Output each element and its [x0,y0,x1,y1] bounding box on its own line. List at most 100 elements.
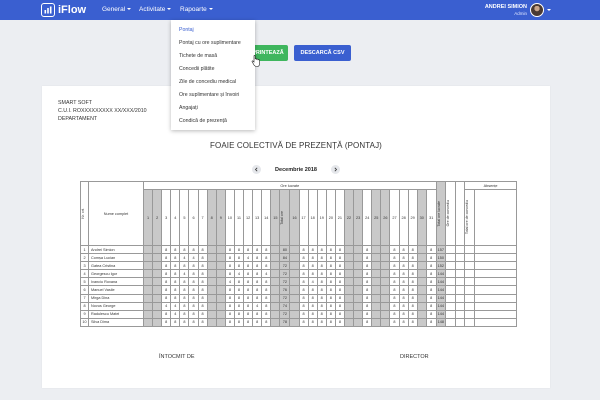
empty-cell [454,253,466,263]
user-name[interactable]: ANDREI SIMION [485,4,527,10]
hours-cell: 8 [161,285,172,295]
hours-cell [343,277,355,287]
total-hours-cell: 150 [435,253,447,263]
caret-down-icon [127,8,132,11]
next-month-button[interactable] [330,165,340,174]
nav-general[interactable]: General [102,6,132,14]
hours-cell: 8 [425,269,437,279]
table-row: 2 Comșa Lucian 8 8 4 4 8 8 8 4 8 8 84 8 8 8 8 8 8 8 8 8 8 150 [80,253,518,263]
hours-cell [270,277,281,287]
hours-cell [416,293,427,303]
hours-cell [353,301,364,311]
hours-cell: 8 [233,261,245,271]
hours-cell: 8 [316,309,327,319]
hours-cell: 8 [362,301,373,311]
menu-item-concediu-medical[interactable]: Zile de concediu medical [179,79,236,85]
hours-cell: 8 [334,269,345,279]
day-header-8: 8 [206,189,217,246]
day-header-15: 15 [270,189,281,246]
hours-cell: 8 [188,277,199,287]
hours-cell: 8 [425,261,437,271]
caret-down-icon[interactable] [547,9,551,11]
hours-cell: 8 [325,244,336,255]
nav-activitate-label: Activitate [139,6,166,13]
day-header-27: 27 [389,189,400,246]
hours-cell [380,309,391,319]
hours-cell: 4 [179,253,190,263]
empty-cell [473,253,518,263]
download-csv-button[interactable]: DESCARCĂ CSV [294,45,351,61]
hours-cell: 8 [252,277,263,287]
hours-cell: 8 [261,277,272,287]
hours-cell: 8 [298,285,309,295]
hours-cell: 8 [334,285,345,295]
hours-cell [206,253,217,263]
menu-item-pontaj[interactable]: Pontaj [179,27,194,33]
hours-cell: 8 [161,293,172,303]
nav-rapoarte[interactable]: Rapoarte [180,6,213,14]
menu-item-concedii-platite[interactable]: Concedii plătite [179,66,214,72]
avatar[interactable] [530,3,544,17]
app-logo[interactable]: iFlow [41,3,86,17]
hours-cell: 8 [170,244,181,255]
table-row: 8 Novus George 4 4 8 8 8 8 8 8 4 8 74 8 8 8 8 8 8 8 8 8 8 144 [80,301,518,311]
hours-cell: 8 [179,309,190,319]
top-navbar: iFlow General Activitate Rapoarte ANDREI… [0,0,600,20]
user-role: Admin [514,11,527,16]
hours-cell: 8 [362,285,373,295]
hours-cell [371,309,382,319]
empty-cell [454,244,466,255]
hours-cell: 8 [398,253,409,263]
hours-cell [343,253,355,263]
hours-cell: 8 [233,301,245,311]
day-header-1: 1 [142,189,154,246]
hours-cell: 8 [325,317,336,327]
menu-item-ore-suplimentare-invoiri[interactable]: Ore suplimentare și învoiri [179,92,239,98]
hours-cell: 8 [362,293,373,303]
hours-cell: 8 [362,269,373,279]
hours-cell [371,253,382,263]
hours-cell: 8 [252,285,263,295]
table-row: 7 Mirga Dina 8 8 8 8 8 8 8 8 8 8 72 8 8 8 8 8 8 8 8 8 8 144 [80,293,518,303]
hours-cell: 8 [179,317,190,327]
hours-cell [380,301,391,311]
menu-item-angajati[interactable]: Angajați [179,105,198,111]
row-number: 1 [80,244,89,255]
hours-cell: 4 [179,269,190,279]
hours-cell: 8 [325,309,336,319]
half-total-cell: 84 [279,253,291,263]
hours-cell: 8 [243,309,254,319]
hours-cell [206,261,217,271]
nav-general-label: General [102,6,126,13]
empty-cell [464,285,475,295]
hours-cell: 8 [316,269,327,279]
hours-cell [343,244,355,255]
hours-cell [380,277,391,287]
hours-cell [152,277,163,287]
hours-cell [371,293,382,303]
month-navigator: Decembrie 2018 [42,165,550,174]
hours-cell [152,317,163,327]
menu-item-condica-prezenta[interactable]: Condică de prezență [179,118,227,124]
half-total-cell: 72 [279,261,291,271]
prev-month-button[interactable] [252,165,262,174]
hours-cell [206,244,217,255]
hours-cell [152,253,163,263]
hours-cell: 8 [407,261,418,271]
row-number: 4 [80,269,89,279]
hours-cell: 8 [161,253,172,263]
hours-cell: 8 [362,261,373,271]
menu-item-pontaj-ore-suplimentare[interactable]: Pontaj cu ore suplimentare [179,40,241,46]
hours-cell: 8 [188,301,199,311]
hours-cell [270,261,281,271]
day-header-2: 2 [152,189,163,246]
empty-cell [445,261,456,271]
menu-item-tichete-masa[interactable]: Tichete de masă [179,53,217,59]
day-header-19: 19 [316,189,327,246]
director-label: DIRECTOR [400,354,429,360]
hours-cell: 8 [307,253,318,263]
nav-activitate[interactable]: Activitate [139,6,172,14]
employee-name: Mirga Dina [88,293,144,303]
empty-cell [473,317,518,327]
hours-cell: 8 [316,317,327,327]
